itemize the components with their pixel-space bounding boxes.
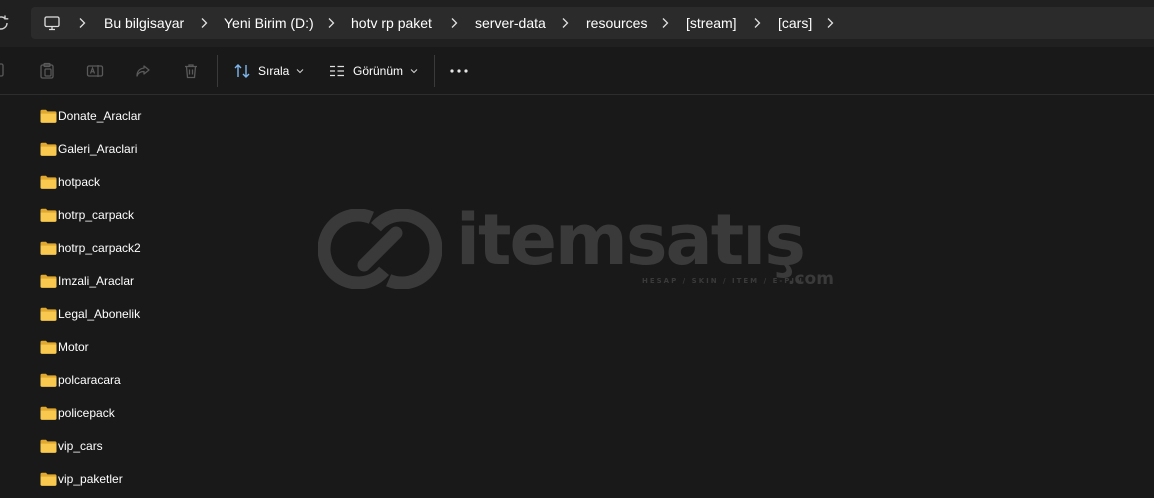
list-item[interactable]: vip_paketler [0,463,1154,496]
refresh-icon[interactable] [0,14,10,32]
chevron-down-icon [296,69,304,74]
toolbar-divider [217,55,218,87]
chevron-right-icon[interactable] [752,17,762,29]
folder-name: hotrp_carpack2 [58,241,141,255]
chevron-right-icon[interactable] [326,17,336,29]
folder-icon [40,175,57,189]
view-label: Görünüm [353,64,404,78]
breadcrumb-cars[interactable]: [cars] [778,7,812,39]
file-explorer-window: Bu bilgisayar Yeni Birim (D:) hotv rp pa… [0,0,1154,498]
copy-icon[interactable] [0,62,8,80]
folder-name: policepack [58,406,115,420]
chevron-right-icon[interactable] [199,17,209,29]
list-item[interactable]: Donate_Araclar [0,100,1154,133]
folder-name: Galeri_Araclari [58,142,138,156]
folder-name: polcaracara [58,373,121,387]
breadcrumb-server-data[interactable]: server-data [475,7,546,39]
list-item[interactable]: hotrp_carpack2 [0,232,1154,265]
navigation-bar: Bu bilgisayar Yeni Birim (D:) hotv rp pa… [0,0,1154,47]
rename-icon[interactable] [86,62,104,80]
folder-name: vip_paketler [58,472,123,486]
folder-name: Imzali_Araclar [58,274,135,288]
breadcrumb-this-pc[interactable]: Bu bilgisayar [104,7,184,39]
folder-icon [40,208,57,222]
chevron-right-icon[interactable] [449,17,459,29]
chevron-right-icon[interactable] [660,17,670,29]
folder-icon [40,406,57,420]
folder-name: hotpack [58,175,101,189]
list-item[interactable]: Imzali_Araclar [0,265,1154,298]
share-icon[interactable] [134,62,152,80]
delete-icon[interactable] [182,62,200,80]
chevron-right-icon[interactable] [77,17,87,29]
command-bar: Sırala Görünüm [0,47,1154,95]
list-item[interactable]: hotrp_carpack [0,199,1154,232]
folder-icon [40,109,57,123]
list-item[interactable]: Motor [0,331,1154,364]
folder-icon [40,439,57,453]
toolbar-divider [434,55,435,87]
list-item[interactable]: hotpack [0,166,1154,199]
more-options-icon[interactable] [449,61,469,81]
this-pc-icon[interactable] [43,14,61,32]
chevron-right-icon[interactable] [825,17,835,29]
folder-name: Donate_Araclar [58,109,142,123]
view-button[interactable]: Görünüm [328,57,418,85]
breadcrumb-drive-d[interactable]: Yeni Birim (D:) [224,7,314,39]
folder-name: hotrp_carpack [58,208,135,222]
folder-icon [40,307,57,321]
folder-icon [40,373,57,387]
folder-icon [40,241,57,255]
list-item[interactable]: policepack [0,397,1154,430]
chevron-right-icon[interactable] [560,17,570,29]
folder-icon [40,472,57,486]
list-item[interactable]: polcaracara [0,364,1154,397]
list-item[interactable]: Legal_Abonelik [0,298,1154,331]
list-item[interactable]: vip_cars [0,430,1154,463]
breadcrumb-hotv-rp-paket[interactable]: hotv rp paket [351,7,432,39]
paste-icon[interactable] [38,62,56,80]
sort-label: Sırala [258,64,290,78]
chevron-down-icon [410,69,418,74]
sort-button[interactable]: Sırala [233,57,304,85]
view-icon [330,65,344,77]
breadcrumb-stream[interactable]: [stream] [686,7,737,39]
file-list: Donate_Araclar Galeri_Araclari hotpack h… [0,100,1154,496]
folder-icon [40,142,57,156]
folder-icon [40,340,57,354]
folder-name: Legal_Abonelik [58,307,141,321]
folder-name: vip_cars [58,439,103,453]
folder-name: Motor [58,340,89,354]
list-item[interactable]: Galeri_Araclari [0,133,1154,166]
address-bar[interactable]: Bu bilgisayar Yeni Birim (D:) hotv rp pa… [31,7,1154,39]
folder-icon [40,274,57,288]
sort-icon [234,64,250,78]
breadcrumb-resources[interactable]: resources [586,7,647,39]
